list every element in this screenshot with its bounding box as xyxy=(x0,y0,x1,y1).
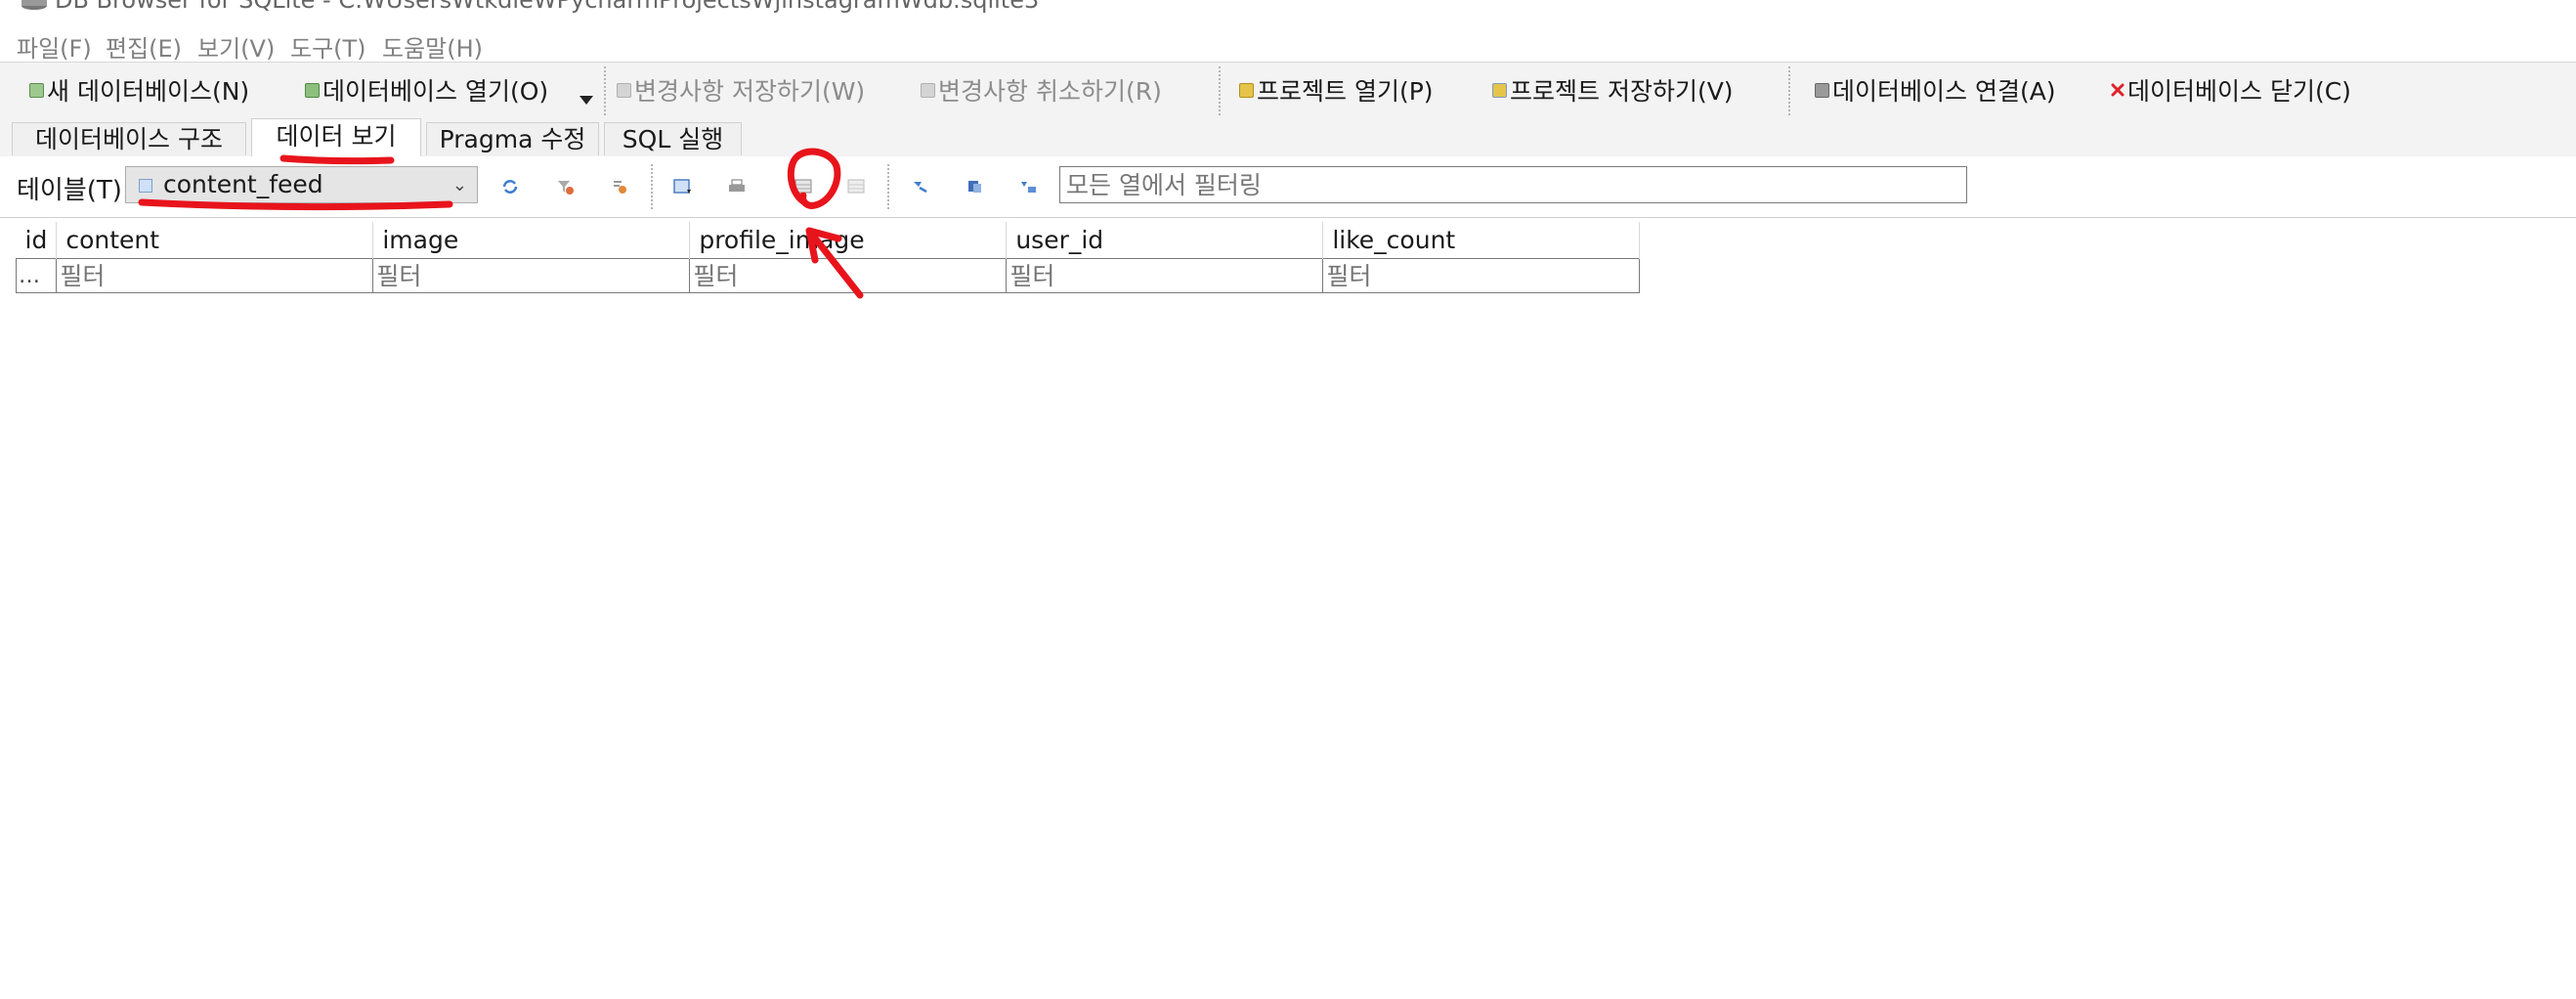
menu-bar: 파일(F) 편집(E) 보기(V) 도구(T) 도움말(H) xyxy=(0,27,2576,63)
new-record-icon[interactable] xyxy=(794,178,813,195)
chevron-down-icon: ⌄ xyxy=(451,175,467,195)
close-database-label: 데이터베이스 닫기(C) xyxy=(2127,77,2351,106)
grid-header-row: id content image profile_image user_id l… xyxy=(16,222,1641,259)
toolbar-separator xyxy=(604,66,606,115)
window-title: DB Browser for SQLite - C:₩Users₩tkdle₩P… xyxy=(55,0,1040,14)
tab-browse-data[interactable]: 데이터 보기 xyxy=(251,118,421,157)
column-header-profile-image[interactable]: profile_image xyxy=(689,222,1008,259)
attach-database-label: 데이터베이스 연결(A) xyxy=(1832,77,2056,106)
column-header-content[interactable]: content xyxy=(56,222,374,259)
tab-execute-sql[interactable]: SQL 실행 xyxy=(604,122,742,155)
filter-cell-user-id[interactable] xyxy=(1006,258,1324,293)
print-icon[interactable] xyxy=(727,178,747,195)
find-replace-icon[interactable] xyxy=(966,178,985,195)
table-label: 테이블(T): xyxy=(17,176,131,205)
column-header-image[interactable]: image xyxy=(372,222,691,259)
filter-input-like-count[interactable] xyxy=(1326,260,1637,291)
tab-edit-pragmas[interactable]: Pragma 수정 xyxy=(426,122,599,155)
close-database-button[interactable]: 데이터베이스 닫기(C) xyxy=(2111,72,2351,108)
open-database-icon xyxy=(305,82,320,98)
revert-changes-icon xyxy=(921,82,935,98)
menu-edit[interactable]: 편집(E) xyxy=(106,29,182,64)
delete-record-icon[interactable] xyxy=(846,178,866,195)
open-database-dropdown-arrow-icon[interactable] xyxy=(580,96,593,105)
filter-row: … xyxy=(15,258,1641,293)
toolbar-separator xyxy=(1219,66,1221,115)
revert-changes-label: 변경사항 취소하기(R) xyxy=(938,77,1162,106)
toolbar-separator xyxy=(887,164,889,209)
write-changes-icon xyxy=(617,82,631,98)
menu-help[interactable]: 도움말(H) xyxy=(382,29,483,64)
menu-file[interactable]: 파일(F) xyxy=(17,29,92,64)
new-database-button[interactable]: 새 데이터베이스(N) xyxy=(29,72,249,108)
open-project-label: 프로젝트 열기(P) xyxy=(1257,77,1434,106)
data-grid: id content image profile_image user_id l… xyxy=(15,222,1641,293)
clear-filters-icon[interactable] xyxy=(555,178,575,195)
refresh-icon[interactable] xyxy=(500,178,520,195)
attach-database-button[interactable]: 데이터베이스 연결(A) xyxy=(1815,72,2056,108)
save-project-button[interactable]: 프로젝트 저장하기(V) xyxy=(1492,72,1734,108)
save-project-label: 프로젝트 저장하기(V) xyxy=(1510,77,1734,106)
table-select-value: content_feed xyxy=(163,170,323,198)
open-database-button[interactable]: 데이터베이스 열기(O) xyxy=(305,72,548,108)
open-project-icon xyxy=(1239,82,1254,98)
save-project-icon xyxy=(1492,82,1507,98)
column-header-user-id[interactable]: user_id xyxy=(1006,222,1324,259)
table-icon xyxy=(139,179,152,193)
filter-input-user-id[interactable] xyxy=(1009,260,1320,291)
filter-input-content[interactable] xyxy=(60,260,370,291)
write-changes-button[interactable]: 변경사항 저장하기(W) xyxy=(617,72,865,108)
filter-all-columns-input[interactable] xyxy=(1059,166,1967,203)
open-project-button[interactable]: 프로젝트 열기(P) xyxy=(1239,72,1434,108)
toolbar-separator xyxy=(1788,66,1790,115)
filter-cell-profile-image[interactable] xyxy=(689,258,1008,293)
toolbar-separator xyxy=(651,164,653,209)
goto-record-icon[interactable] xyxy=(1018,178,1038,195)
filter-cell-image[interactable] xyxy=(372,258,691,293)
tab-database-structure[interactable]: 데이터베이스 구조 xyxy=(12,122,246,155)
filter-input-profile-image[interactable] xyxy=(693,260,1004,291)
menu-view[interactable]: 보기(V) xyxy=(197,29,275,64)
new-database-icon xyxy=(29,82,44,98)
filter-cell-content[interactable] xyxy=(56,258,374,293)
title-bar: DB Browser for SQLite - C:₩Users₩tkdle₩P… xyxy=(0,0,2576,20)
column-header-id[interactable]: id xyxy=(16,222,58,259)
revert-changes-button[interactable]: 변경사항 취소하기(R) xyxy=(921,72,1162,108)
main-toolbar: 새 데이터베이스(N) 데이터베이스 열기(O) 변경사항 저장하기(W) 변경… xyxy=(0,62,2576,120)
column-header-like-count[interactable]: like_count xyxy=(1322,222,1641,259)
filter-row-header[interactable]: … xyxy=(15,258,58,293)
filter-input-image[interactable] xyxy=(376,260,687,291)
filter-cell-like-count[interactable] xyxy=(1322,258,1641,293)
close-icon xyxy=(2111,83,2125,97)
tab-bar: 데이터베이스 구조 데이터 보기 Pragma 수정 SQL 실행 xyxy=(0,118,2576,157)
clear-sorting-icon[interactable] xyxy=(610,178,629,195)
browse-toolbar: 테이블(T): content_feed ⌄ xyxy=(0,156,2576,218)
write-changes-label: 변경사항 저장하기(W) xyxy=(634,77,866,106)
find-icon[interactable] xyxy=(911,178,930,195)
save-results-icon[interactable] xyxy=(672,178,692,195)
new-database-label: 새 데이터베이스(N) xyxy=(47,77,250,106)
table-select[interactable]: content_feed ⌄ xyxy=(125,166,478,203)
attach-database-icon xyxy=(1815,82,1829,98)
database-app-icon xyxy=(21,0,47,10)
open-database-label: 데이터베이스 열기(O) xyxy=(322,77,549,106)
menu-tools[interactable]: 도구(T) xyxy=(290,29,366,64)
